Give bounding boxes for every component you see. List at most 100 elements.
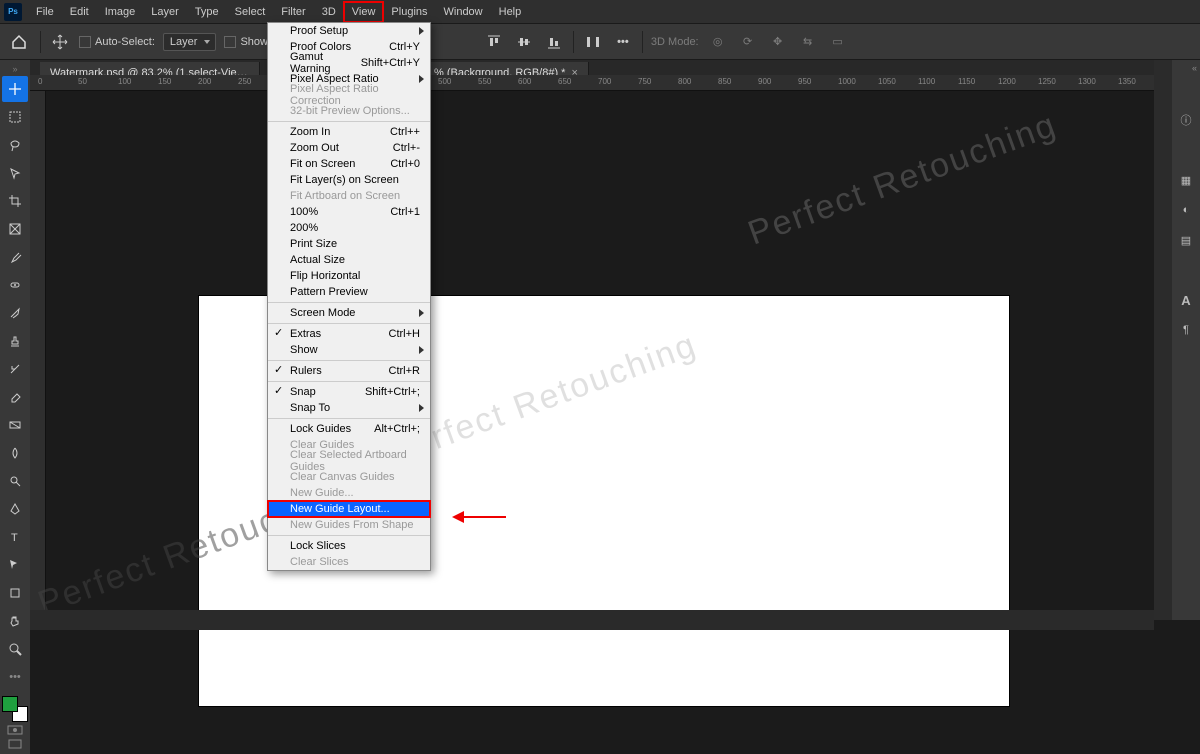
menu-shortcut: Ctrl+Y: [389, 41, 420, 53]
marquee-tool[interactable]: [2, 104, 28, 130]
menu-item-actual-size[interactable]: Actual Size: [268, 252, 430, 268]
menu-3d[interactable]: 3D: [314, 2, 344, 22]
menu-item-pixel-aspect-ratio-correction: Pixel Aspect Ratio Correction: [268, 87, 430, 103]
shape-tool[interactable]: [2, 580, 28, 606]
eyedropper-tool[interactable]: [2, 244, 28, 270]
3d-roll-icon[interactable]: ⟳: [737, 31, 759, 53]
menu-separator: [268, 535, 430, 536]
menu-item-new-guides-from-shape: New Guides From Shape: [268, 517, 430, 533]
properties-panel-icon[interactable]: ▦: [1176, 170, 1196, 190]
menu-item-pattern-preview[interactable]: Pattern Preview: [268, 284, 430, 300]
adjustments-panel-icon[interactable]: ◐: [1176, 200, 1196, 220]
dodge-tool[interactable]: [2, 468, 28, 494]
menu-item-lock-slices[interactable]: Lock Slices: [268, 538, 430, 554]
quick-mask-icon[interactable]: [2, 724, 28, 736]
svg-text:T: T: [11, 532, 18, 544]
ruler-horizontal[interactable]: 0501001502002503003504004505005506006507…: [30, 75, 1154, 91]
menu-item-snap[interactable]: SnapShift+Ctrl+;: [268, 384, 430, 400]
menu-window[interactable]: Window: [436, 2, 491, 22]
menu-item-proof-setup[interactable]: Proof Setup: [268, 23, 430, 39]
menu-item-rulers[interactable]: RulersCtrl+R: [268, 363, 430, 379]
menu-help[interactable]: Help: [491, 2, 530, 22]
3d-zoom-icon[interactable]: ▭: [827, 31, 849, 53]
menu-item-100[interactable]: 100%Ctrl+1: [268, 204, 430, 220]
3d-pan-icon[interactable]: ✥: [767, 31, 789, 53]
menu-item-new-guide-layout[interactable]: New Guide Layout...: [268, 501, 430, 517]
gradient-tool[interactable]: [2, 412, 28, 438]
align-middle-icon[interactable]: [513, 31, 535, 53]
align-top-icon[interactable]: [483, 31, 505, 53]
menu-item-show[interactable]: Show: [268, 342, 430, 358]
home-icon[interactable]: [6, 29, 32, 55]
panel-expand-icon[interactable]: «: [1192, 63, 1197, 73]
crop-tool[interactable]: [2, 188, 28, 214]
libraries-panel-icon[interactable]: ▤: [1176, 230, 1196, 250]
right-panel-strip-2: [1154, 60, 1172, 620]
move-tool[interactable]: [2, 76, 28, 102]
menu-item-label: Proof Setup: [290, 25, 348, 37]
menu-item-label: Extras: [290, 328, 321, 340]
history-brush-tool[interactable]: [2, 356, 28, 382]
ruler-tick: 1250: [1038, 77, 1056, 86]
menu-file[interactable]: File: [28, 2, 62, 22]
toolbar-chevron-icon[interactable]: »: [12, 64, 17, 74]
blur-tool[interactable]: [2, 440, 28, 466]
menu-item-label: Lock Slices: [290, 540, 346, 552]
menu-item-snap-to[interactable]: Snap To: [268, 400, 430, 416]
status-bar: [30, 610, 1154, 630]
menu-item-fit-layer-s-on-screen[interactable]: Fit Layer(s) on Screen: [268, 172, 430, 188]
ruler-tick: 100: [118, 77, 131, 86]
separator: [40, 31, 41, 53]
path-tool[interactable]: [2, 552, 28, 578]
menu-item-200[interactable]: 200%: [268, 220, 430, 236]
right-panel-strip: « ⓘ ▦ ◐ ▤ A ¶: [1172, 60, 1200, 620]
3d-orbit-icon[interactable]: ◎: [707, 31, 729, 53]
character-panel-icon[interactable]: A: [1176, 290, 1196, 310]
menu-select[interactable]: Select: [227, 2, 274, 22]
lasso-tool[interactable]: [2, 132, 28, 158]
ruler-vertical[interactable]: [30, 91, 46, 610]
zoom-tool[interactable]: [2, 636, 28, 662]
3d-slide-icon[interactable]: ⇆: [797, 31, 819, 53]
menu-edit[interactable]: Edit: [62, 2, 97, 22]
stamp-tool[interactable]: [2, 328, 28, 354]
menu-filter[interactable]: Filter: [273, 2, 313, 22]
paragraph-panel-icon[interactable]: ¶: [1176, 320, 1196, 340]
selection-tool[interactable]: [2, 160, 28, 186]
color-swatches[interactable]: [2, 696, 28, 722]
menu-item-print-size[interactable]: Print Size: [268, 236, 430, 252]
menu-type[interactable]: Type: [187, 2, 227, 22]
menu-item-gamut-warning[interactable]: Gamut WarningShift+Ctrl+Y: [268, 55, 430, 71]
screen-mode-icon[interactable]: [2, 738, 28, 750]
menu-image[interactable]: Image: [97, 2, 144, 22]
brush-tool[interactable]: [2, 300, 28, 326]
menu-item-fit-on-screen[interactable]: Fit on ScreenCtrl+0: [268, 156, 430, 172]
menu-layer[interactable]: Layer: [143, 2, 187, 22]
pen-tool[interactable]: [2, 496, 28, 522]
menu-shortcut: Ctrl+0: [390, 158, 420, 170]
hand-tool[interactable]: [2, 608, 28, 634]
menu-item-zoom-out[interactable]: Zoom OutCtrl+-: [268, 140, 430, 156]
menu-plugins[interactable]: Plugins: [383, 2, 435, 22]
frame-tool[interactable]: [2, 216, 28, 242]
auto-select-checkbox[interactable]: Auto-Select:: [79, 36, 155, 48]
edit-toolbar[interactable]: •••: [2, 664, 28, 690]
menu-item-label: 200%: [290, 222, 318, 234]
layer-dropdown[interactable]: Layer: [163, 33, 217, 51]
menu-item-zoom-in[interactable]: Zoom InCtrl++: [268, 124, 430, 140]
distribute-icon[interactable]: [582, 31, 604, 53]
menu-item-screen-mode[interactable]: Screen Mode: [268, 305, 430, 321]
info-panel-icon[interactable]: ⓘ: [1176, 110, 1196, 130]
eraser-tool[interactable]: [2, 384, 28, 410]
more-icon[interactable]: •••: [612, 31, 634, 53]
menu-item-label: Fit Artboard on Screen: [290, 190, 400, 202]
menu-item-extras[interactable]: ExtrasCtrl+H: [268, 326, 430, 342]
annotation-arrow: [458, 510, 508, 524]
menu-item-lock-guides[interactable]: Lock GuidesAlt+Ctrl+;: [268, 421, 430, 437]
menu-item-flip-horizontal[interactable]: Flip Horizontal: [268, 268, 430, 284]
type-tool[interactable]: T: [2, 524, 28, 550]
menu-view[interactable]: View: [344, 2, 384, 22]
heal-tool[interactable]: [2, 272, 28, 298]
menu-shortcut: Shift+Ctrl+Y: [361, 57, 420, 69]
align-bottom-icon[interactable]: [543, 31, 565, 53]
